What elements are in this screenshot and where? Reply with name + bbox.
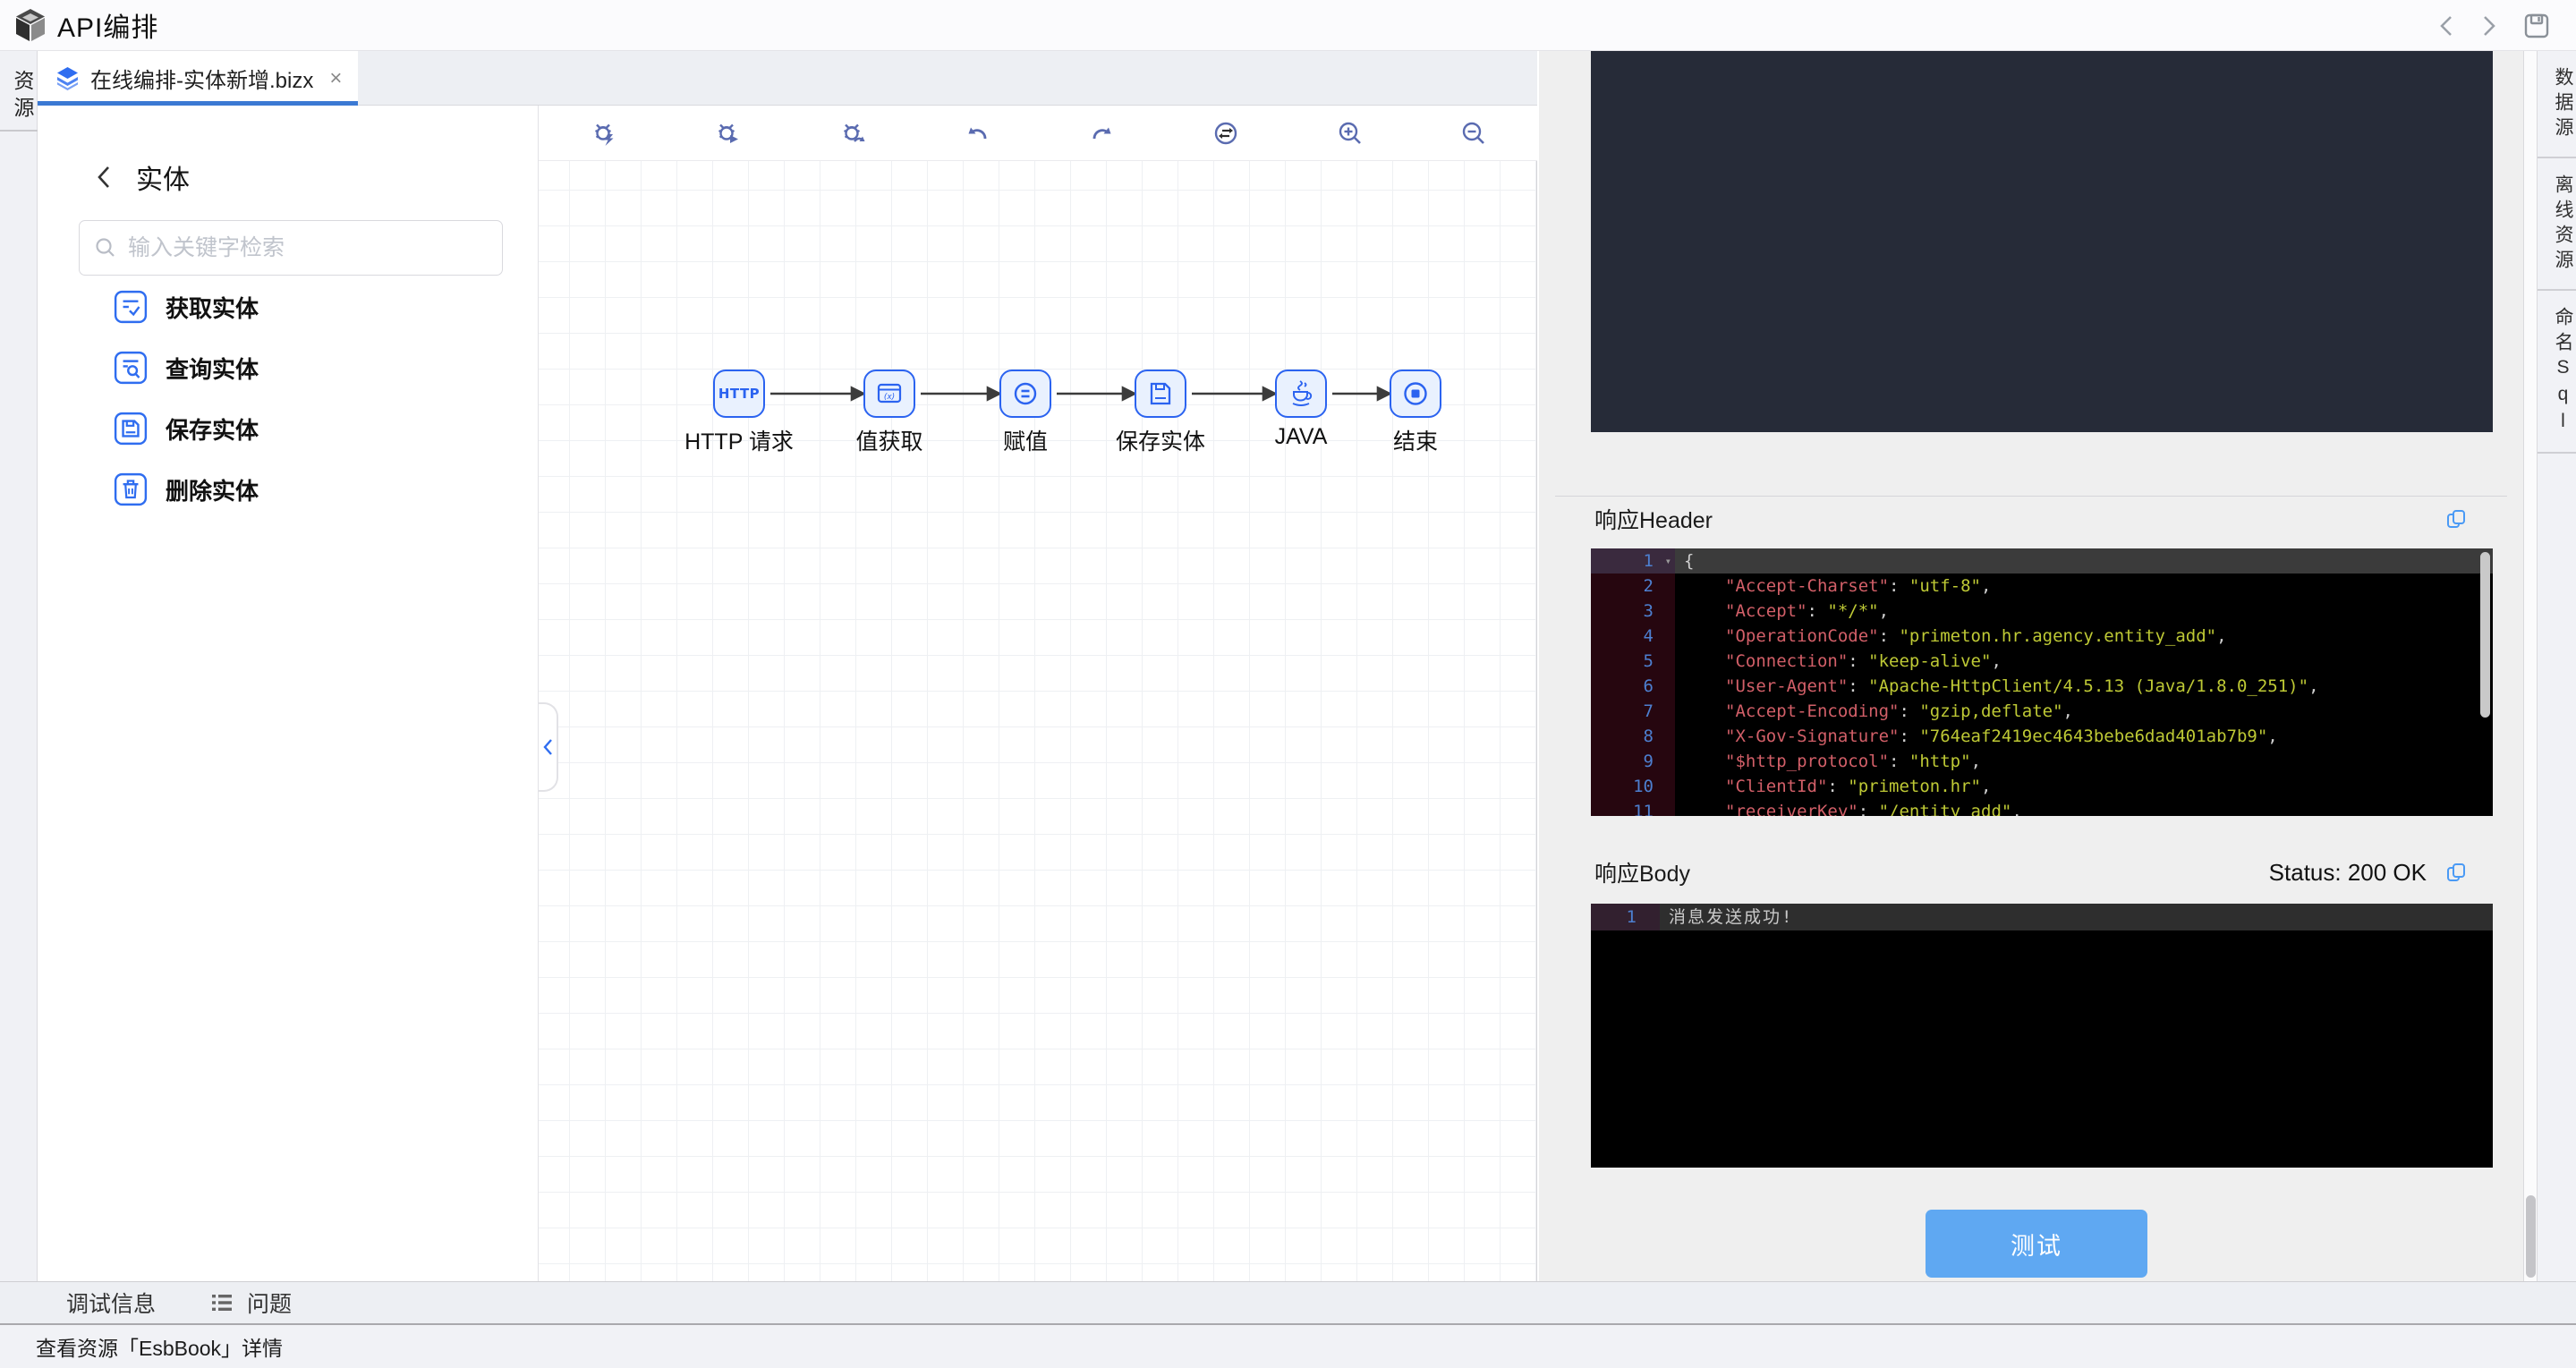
code-line: 6 "User-Agent": "Apache-HttpClient/4.5.1…: [1591, 674, 2493, 699]
response-header-title: 响应Header: [1594, 508, 1713, 533]
node-value-get[interactable]: (x): [863, 370, 915, 418]
node-label: 结束: [1392, 429, 1438, 455]
panel-collapse-handle[interactable]: [539, 702, 558, 792]
node-java[interactable]: [1275, 370, 1327, 418]
code-line: 11 "receiverKey": "/entity_add",: [1591, 799, 2493, 816]
node-label: 值获取: [855, 429, 923, 455]
entity-item-label: 查询实体: [166, 355, 259, 383]
end-node-icon: [1400, 378, 1431, 409]
tab-debug-info[interactable]: 调试信息: [66, 1287, 156, 1319]
node-end[interactable]: [1390, 370, 1441, 418]
entity-item-label: 删除实体: [166, 477, 259, 505]
entity-item-label: 保存实体: [166, 416, 259, 444]
flow-canvas: HTTP (x) HTTP 请求 值获取 赋值 保存实体 JAVA 结束: [539, 106, 1537, 1332]
save-entity-node-icon: [1145, 378, 1176, 409]
node-label: HTTP 请求: [684, 429, 794, 455]
canvas-toolbar: [539, 106, 1537, 161]
zoom-in-icon[interactable]: [1336, 119, 1365, 148]
tab-problems-label: 问题: [247, 1292, 293, 1317]
status-bar-text: 查看资源「EsbBook」详情: [36, 1337, 284, 1360]
editor-scrollbar[interactable]: [2480, 552, 2490, 718]
request-editor[interactable]: [1591, 51, 2493, 432]
value-get-node-icon: (x): [874, 378, 905, 409]
app-logo-icon: [14, 8, 47, 42]
code-line: 8 "X-Gov-Signature": "764eaf2419ec4643be…: [1591, 724, 2493, 749]
node-save-entity[interactable]: [1135, 370, 1186, 418]
document-search-icon: [114, 351, 148, 385]
tab-online-orchestration[interactable]: 在线编排-实体新增.bizx ×: [38, 51, 358, 106]
code-line: 4 "OperationCode": "primeton.hr.agency.e…: [1591, 624, 2493, 649]
panel-scrollbar-thumb[interactable]: [2526, 1195, 2536, 1278]
node-http-request[interactable]: HTTP: [713, 370, 765, 418]
sidebar-tab-datasource[interactable]: 数据源: [2538, 51, 2576, 158]
list-icon: [211, 1294, 233, 1312]
response-body-editor[interactable]: 1 消息发送成功!: [1591, 904, 2493, 1168]
assign-node-icon: [1010, 378, 1041, 409]
save-icon: [114, 412, 148, 446]
test-button[interactable]: 测试: [1926, 1210, 2147, 1278]
code-line: 3 "Accept": "*/*",: [1591, 599, 2493, 624]
code-line: 10 "ClientId": "primeton.hr",: [1591, 774, 2493, 799]
tab-problems[interactable]: 问题: [211, 1287, 292, 1319]
panel-title: 实体: [136, 166, 190, 195]
entity-item-query[interactable]: 查询实体: [114, 343, 489, 393]
response-body-title: 响应Body: [1594, 862, 1690, 887]
document-check-icon: [114, 290, 148, 324]
redo-icon[interactable]: [1088, 119, 1117, 148]
node-label: 赋值: [1002, 429, 1048, 455]
copy-icon[interactable]: [2444, 507, 2468, 531]
resource-rail: 资源: [0, 51, 38, 1281]
zoom-out-icon[interactable]: [1459, 119, 1488, 148]
java-node-icon: [1286, 378, 1316, 409]
entity-panel: 实体 获取实体 查询实体: [38, 106, 539, 1281]
entity-item-delete[interactable]: 删除实体: [114, 464, 489, 514]
layers-icon: [55, 66, 80, 90]
node-assign[interactable]: [999, 370, 1051, 418]
debug-lightning-icon[interactable]: [590, 119, 618, 148]
search-icon: [94, 236, 117, 259]
rail-tab-resources[interactable]: 资源: [0, 51, 38, 132]
status-bar: 查看资源「EsbBook」详情: [0, 1323, 2576, 1368]
status-badge: Status: 200 OK: [2268, 858, 2427, 886]
swap-circle-icon[interactable]: [1211, 119, 1240, 148]
right-sidebar: 数据源 离线资源 命名Sql: [2538, 51, 2576, 1281]
tab-title: 在线编排-实体新增.bizx: [90, 69, 314, 93]
svg-text:(x): (x): [884, 393, 895, 402]
canvas-grid[interactable]: HTTP (x) HTTP 请求 值获取 赋值 保存实体 JAVA 结束: [539, 161, 1536, 1332]
node-label: 保存实体: [1115, 429, 1205, 455]
debug-play-icon[interactable]: [713, 119, 742, 148]
code-line: 1 消息发送成功!: [1591, 904, 2493, 930]
back-chevron-icon[interactable]: [95, 164, 113, 191]
search-input[interactable]: [128, 234, 468, 261]
undo-icon[interactable]: [963, 119, 991, 148]
tab-close-icon[interactable]: ×: [329, 66, 342, 91]
code-line: 7 "Accept-Encoding": "gzip,deflate",: [1591, 699, 2493, 724]
bottom-tab-strip: 调试信息 问题: [0, 1281, 2576, 1323]
entity-item-get[interactable]: 获取实体: [114, 282, 489, 332]
nav-forward-icon[interactable]: [2479, 13, 2499, 38]
http-node-icon: HTTP: [718, 386, 761, 402]
fold-arrow-icon[interactable]: ▾: [1665, 548, 1671, 574]
search-box: [79, 220, 503, 276]
code-line: 9 "$http_protocol": "http",: [1591, 749, 2493, 774]
code-line: 5 "Connection": "keep-alive",: [1591, 649, 2493, 674]
panel-scrollbar-track[interactable]: [2523, 51, 2538, 1281]
panel-divider: [1555, 496, 2507, 497]
sidebar-tab-offline-resources[interactable]: 离线资源: [2538, 158, 2576, 291]
response-header-editor[interactable]: 1 ▾ { 2 "Accept-Charset": "utf-8", 3 "Acc…: [1591, 548, 2493, 816]
code-line: 2 "Accept-Charset": "utf-8",: [1591, 574, 2493, 599]
save-file-icon[interactable]: [2522, 12, 2551, 40]
app-header: API编排: [0, 0, 2576, 51]
sidebar-tab-named-sql[interactable]: 命名Sql: [2538, 291, 2576, 454]
entity-item-label: 获取实体: [166, 294, 259, 322]
trash-icon: [114, 472, 148, 506]
debug-restart-icon[interactable]: [838, 119, 867, 148]
test-result-panel: 响应Header 1 ▾ { 2 "Accept-Charset": "utf-8…: [1539, 51, 2523, 1281]
copy-icon[interactable]: [2444, 861, 2468, 884]
code-line: 1 ▾ {: [1591, 548, 2493, 574]
flow-edges: [770, 386, 1392, 402]
nav-back-icon[interactable]: [2436, 13, 2456, 38]
page-title: API编排: [57, 13, 159, 43]
entity-item-save[interactable]: 保存实体: [114, 404, 489, 454]
